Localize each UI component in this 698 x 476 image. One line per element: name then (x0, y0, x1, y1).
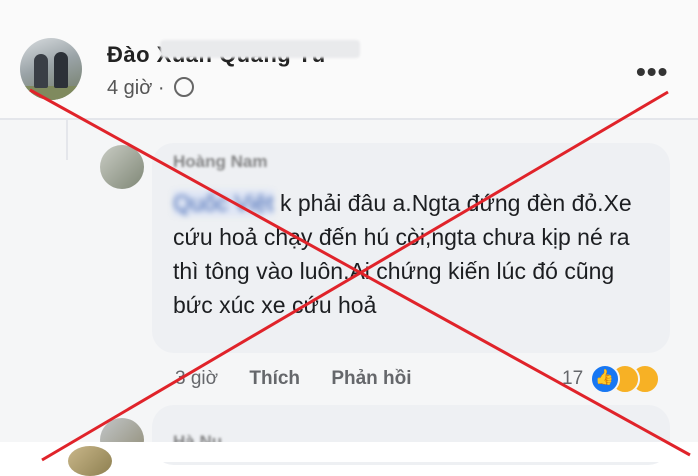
cross-out-mark (29, 88, 691, 462)
